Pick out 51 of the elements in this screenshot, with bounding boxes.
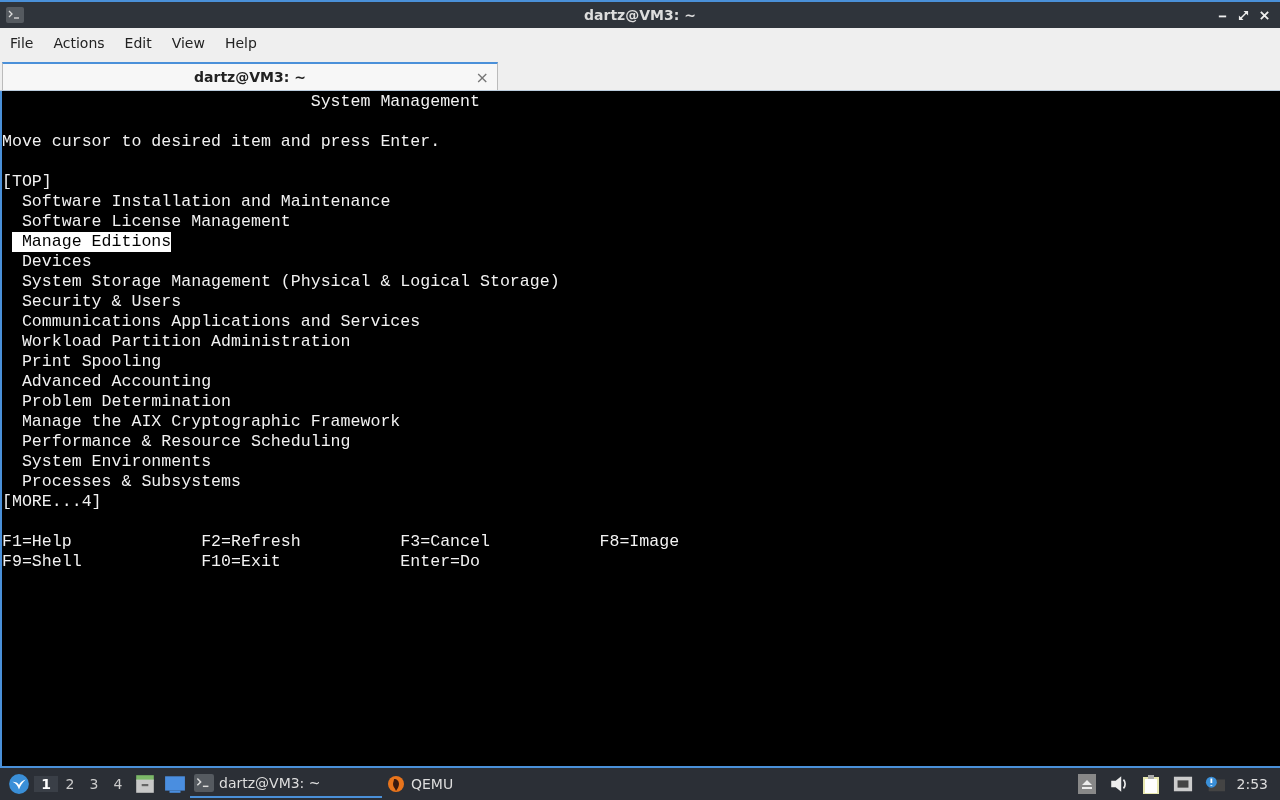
menu-item[interactable]: File: [10, 35, 34, 51]
terminal-icon: [194, 774, 214, 792]
workspace-button[interactable]: 1: [34, 776, 58, 792]
menu-option[interactable]: Devices: [11, 252, 92, 272]
menu-option[interactable]: System Environments: [11, 452, 212, 472]
menu-option[interactable]: Problem Determination: [11, 392, 232, 412]
menu-option[interactable]: Workload Partition Administration: [11, 332, 351, 352]
menu-option[interactable]: Security & Users: [11, 292, 182, 312]
more-marker: [MORE...4]: [2, 492, 102, 511]
function-key-hint: F2=Refresh: [201, 532, 302, 552]
clock: 2:53: [1236, 776, 1268, 792]
desktop-icon[interactable]: [164, 773, 186, 795]
menu-option[interactable]: Performance & Resource Scheduling: [11, 432, 351, 452]
workspace-button[interactable]: 2: [58, 776, 82, 792]
function-key-hint: F9=Shell: [2, 552, 83, 572]
top-marker: [TOP]: [2, 172, 52, 191]
terminal-icon: [6, 7, 24, 23]
menu-option[interactable]: Advanced Accounting: [11, 372, 212, 392]
menu-title: System Management: [310, 92, 480, 111]
instruction-text: Move cursor to desired item and press Enter.: [2, 132, 441, 151]
menu-option[interactable]: Print Spooling: [11, 352, 162, 372]
terminal-tab[interactable]: dartz@VM3: ~ ×: [2, 62, 498, 90]
eject-icon[interactable]: [1076, 774, 1097, 794]
taskbar-task[interactable]: dartz@VM3: ~: [190, 770, 382, 798]
menu-item[interactable]: Help: [224, 35, 257, 51]
menu-item[interactable]: View: [171, 35, 205, 51]
menu-item[interactable]: Edit: [124, 35, 152, 51]
notification-icon[interactable]: [1204, 774, 1225, 794]
speaker-icon[interactable]: [1108, 774, 1129, 794]
menu-option[interactable]: Software Installation and Maintenance: [11, 192, 391, 212]
function-key-hint: F1=Help: [2, 532, 73, 552]
maximize-icon[interactable]: [1238, 9, 1249, 21]
close-tab-button[interactable]: ×: [475, 67, 489, 87]
menu-option[interactable]: Software License Management: [11, 212, 291, 232]
menu-option[interactable]: Processes & Subsystems: [11, 472, 241, 492]
taskbar-task[interactable]: QEMU: [382, 770, 574, 798]
menu-option[interactable]: System Storage Management (Physical & Logical Storage): [11, 272, 560, 292]
menu-option[interactable]: Manage the AIX Cryptographic Framework: [11, 412, 401, 432]
menu-item[interactable]: Actions: [53, 35, 105, 51]
function-key-hint: F10=Exit: [201, 552, 282, 572]
function-key-hint: F3=Cancel: [400, 532, 491, 552]
window-title: dartz@VM3: ~: [584, 7, 696, 23]
workspace-button[interactable]: 4: [106, 776, 130, 792]
menu-option[interactable]: Communications Applications and Services: [11, 312, 421, 332]
file-cabinet-icon[interactable]: [134, 773, 156, 795]
clipboard-icon[interactable]: [1140, 774, 1161, 794]
function-key-hint: F8=Image: [599, 532, 681, 552]
workspace-button[interactable]: 3: [82, 776, 106, 792]
close-icon[interactable]: [1259, 9, 1270, 21]
function-key-hint: Enter=Do: [400, 552, 481, 572]
menu-option[interactable]: Manage Editions: [11, 232, 172, 252]
